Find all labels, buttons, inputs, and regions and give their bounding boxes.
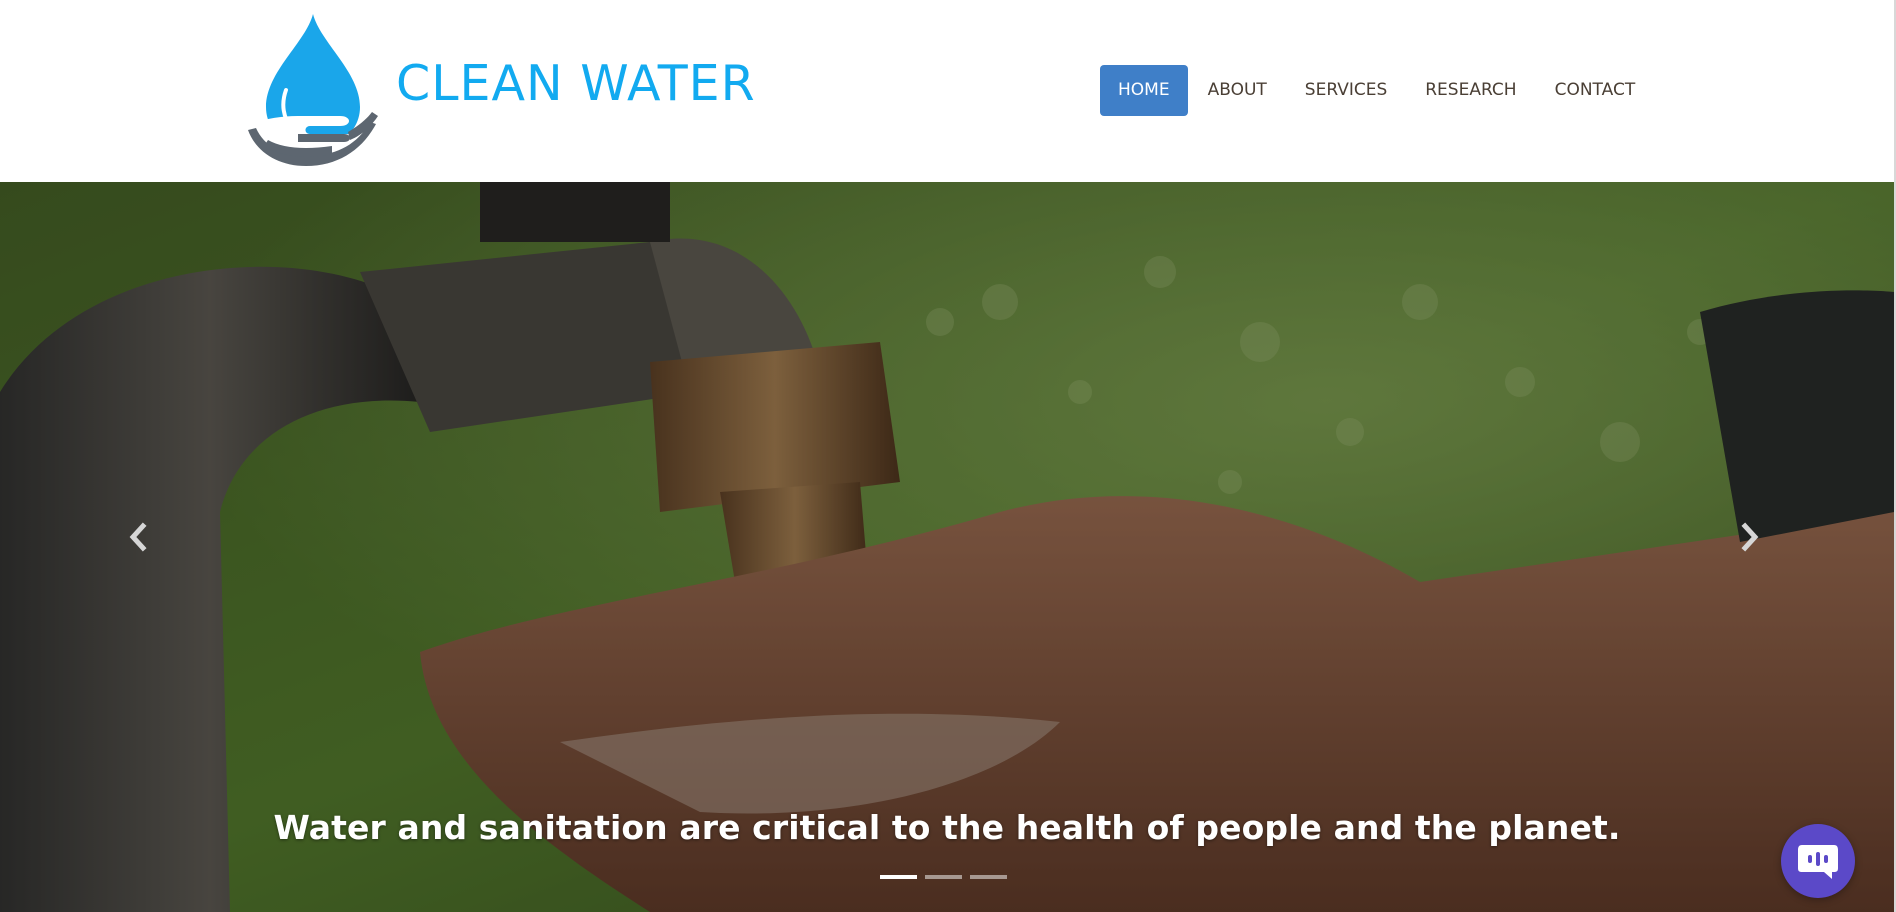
brand-name: CLEAN WATER bbox=[396, 54, 756, 112]
carousel-prev-button[interactable] bbox=[108, 482, 168, 592]
nav-item-about[interactable]: ABOUT bbox=[1190, 65, 1285, 116]
nav-item-contact[interactable]: CONTACT bbox=[1537, 65, 1654, 116]
nav-item-services[interactable]: SERVICES bbox=[1287, 65, 1405, 116]
viewport[interactable]: CLEAN WATER HOME ABOUT SERVICES RESEARCH… bbox=[0, 0, 1894, 912]
water-drop-in-hand-icon bbox=[248, 14, 378, 166]
site-header: CLEAN WATER HOME ABOUT SERVICES RESEARCH… bbox=[0, 0, 1894, 182]
carousel-indicator-3[interactable] bbox=[970, 875, 1007, 879]
carousel-indicator-2[interactable] bbox=[925, 875, 962, 879]
chat-widget-button[interactable] bbox=[1781, 824, 1855, 898]
carousel-indicators bbox=[880, 875, 1015, 879]
chevron-right-icon bbox=[1741, 522, 1759, 552]
carousel-next-button[interactable] bbox=[1720, 482, 1780, 592]
hero-overlay bbox=[0, 182, 1894, 912]
page: CLEAN WATER HOME ABOUT SERVICES RESEARCH… bbox=[0, 0, 1896, 912]
chat-bubble-icon bbox=[1798, 845, 1838, 879]
hero-carousel: Water and sanitation are critical to the… bbox=[0, 182, 1894, 912]
carousel-caption: Water and sanitation are critical to the… bbox=[273, 808, 1621, 847]
main-nav: HOME ABOUT SERVICES RESEARCH CONTACT bbox=[1100, 65, 1655, 116]
chevron-left-icon bbox=[129, 522, 147, 552]
nav-item-home[interactable]: HOME bbox=[1100, 65, 1188, 116]
carousel-indicator-1[interactable] bbox=[880, 875, 917, 879]
nav-item-research[interactable]: RESEARCH bbox=[1407, 65, 1534, 116]
site-logo[interactable]: CLEAN WATER bbox=[248, 12, 756, 166]
